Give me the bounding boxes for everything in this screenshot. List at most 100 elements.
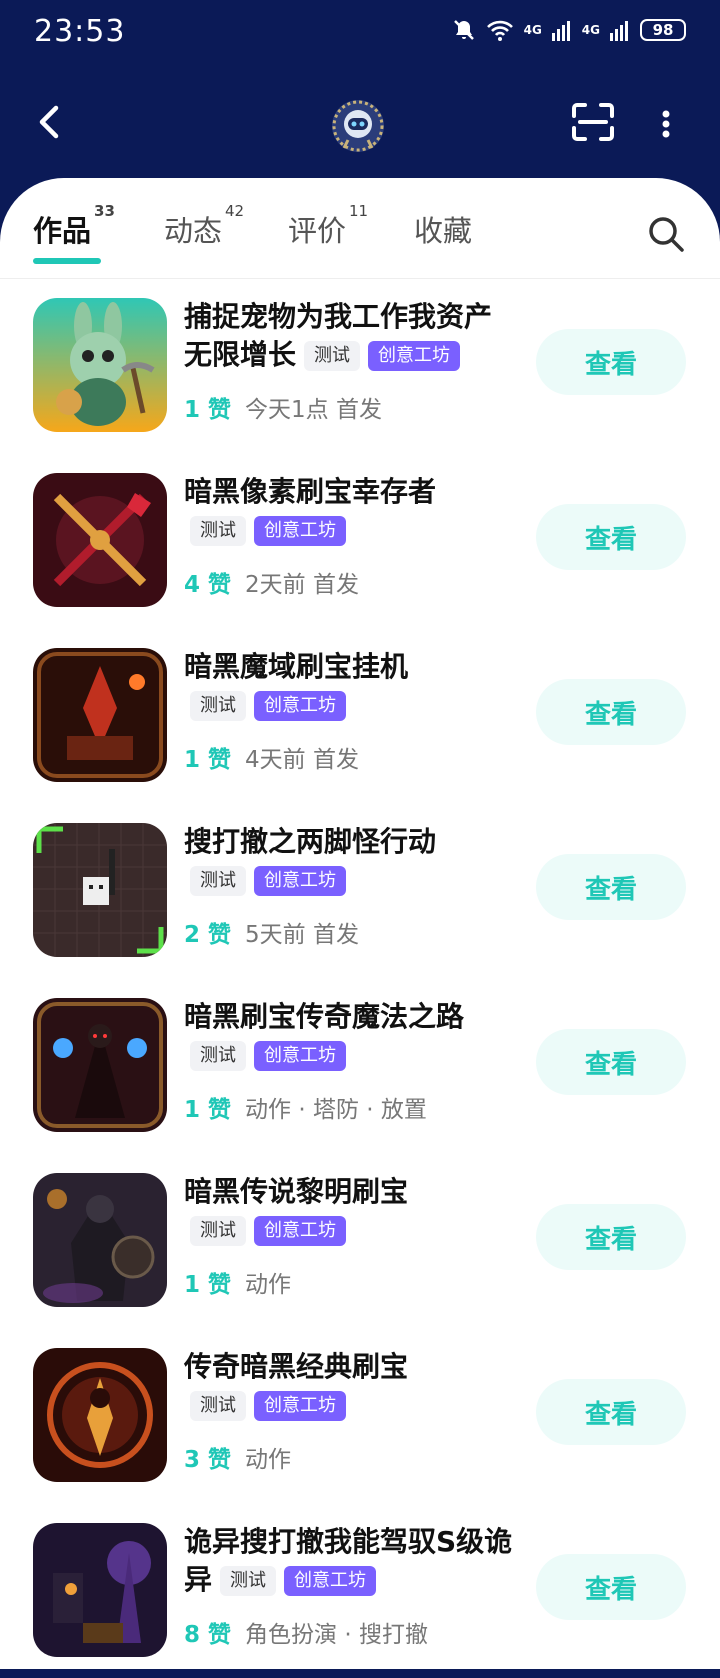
game-thumbnail-fire-warrior[interactable]: [33, 1348, 167, 1482]
tag-workshop: 创意工坊: [254, 691, 346, 721]
item-title: 搜打撤之两脚怪行动: [184, 825, 437, 858]
tag-test: 测试: [190, 866, 246, 896]
list-item[interactable]: 暗黑刷宝传奇魔法之路 测试 创意工坊 1 赞动作 · 塔防 · 放置 查看: [0, 978, 720, 1153]
item-title-block: 暗黑像素刷宝幸存者测试 创意工坊: [184, 473, 514, 549]
game-thumbnail-dark-mage[interactable]: [33, 998, 167, 1132]
tag-test: 测试: [190, 691, 246, 721]
game-thumbnail-pet-rabbit[interactable]: [33, 298, 167, 432]
tab-active-indicator: [33, 258, 101, 264]
tag-workshop: 创意工坊: [254, 1041, 346, 1071]
more-options-icon[interactable]: [654, 104, 678, 144]
search-icon[interactable]: [646, 214, 686, 254]
list-item[interactable]: 诡异搜打撤我能驾驭S级诡异 测试 创意工坊 8 赞角色扮演 · 搜打撤 查看: [0, 1503, 720, 1678]
view-button[interactable]: 查看: [536, 1554, 686, 1620]
item-likes: 8 赞: [184, 1622, 232, 1648]
item-likes: 3 赞: [184, 1447, 232, 1473]
mute-bell-icon: [453, 20, 474, 40]
tab-favorites[interactable]: 收藏: [414, 208, 472, 250]
item-info: 4天前 首发: [245, 747, 359, 773]
network-4g-label-2: 4G: [581, 23, 600, 37]
tag-test: 测试: [220, 1566, 277, 1596]
item-info: 动作: [245, 1272, 292, 1298]
view-button[interactable]: 查看: [536, 1204, 686, 1270]
item-info: 角色扮演 · 搜打撤: [245, 1622, 428, 1648]
tab-reviews-count: 11: [349, 202, 369, 220]
tab-bar: 作品33 动态42 评价11 收藏: [0, 178, 720, 279]
item-likes: 1 赞: [184, 747, 232, 773]
list-item[interactable]: 暗黑传说黎明刷宝测试 创意工坊 1 赞动作 查看: [0, 1153, 720, 1328]
view-button[interactable]: 查看: [536, 854, 686, 920]
game-thumbnail-dark-knight[interactable]: [33, 1173, 167, 1307]
tab-activity-count: 42: [225, 202, 245, 220]
item-likes: 2 赞: [184, 922, 232, 948]
list-item[interactable]: 暗黑像素刷宝幸存者测试 创意工坊 4 赞 2天前 首发 查看: [0, 453, 720, 628]
view-button[interactable]: 查看: [536, 329, 686, 395]
item-tags: 测试 创意工坊: [190, 866, 346, 896]
item-title: 暗黑像素刷宝幸存者: [184, 475, 437, 508]
top-nav-bar: [0, 78, 720, 178]
view-button[interactable]: 查看: [536, 1029, 686, 1095]
item-meta: 1 赞今天1点 首发: [184, 390, 382, 424]
item-meta: 1 赞动作 · 塔防 · 放置: [184, 1090, 427, 1124]
tab-works-count: 33: [94, 202, 115, 220]
tag-test: 测试: [304, 341, 361, 371]
signal-icon-2: [610, 21, 628, 41]
list-item[interactable]: 暗黑魔域刷宝挂机测试 创意工坊 1 赞 4天前 首发 查看: [0, 628, 720, 803]
game-thumbnail-dark-altar[interactable]: [33, 648, 167, 782]
profile-avatar[interactable]: [330, 98, 386, 154]
item-meta: 2 赞 5天前 首发: [184, 915, 359, 949]
list-item[interactable]: 捕捉宠物为我工作我资产无限增长 测试 创意工坊 1 赞今天1点 首发 查看: [0, 278, 720, 453]
status-bar: 23:53 4G 4G 98: [0, 0, 720, 70]
item-title-block: 诡异搜打撤我能驾驭S级诡异 测试 创意工坊: [184, 1523, 514, 1599]
item-title: 暗黑传说黎明刷宝: [184, 1175, 409, 1208]
game-thumbnail-pixel-grid[interactable]: [33, 823, 167, 957]
tab-activity-label: 动态: [164, 214, 223, 248]
view-button[interactable]: 查看: [536, 504, 686, 570]
tab-reviews[interactable]: 评价11: [288, 202, 368, 250]
game-thumbnail-ghost-figure[interactable]: [33, 1523, 167, 1657]
item-tags: 测试 创意工坊: [190, 1216, 346, 1246]
item-likes: 1 赞: [184, 397, 232, 423]
item-meta: 8 赞角色扮演 · 搜打撤: [184, 1615, 428, 1649]
back-arrow-icon[interactable]: [30, 102, 70, 142]
status-time: 23:53: [34, 14, 126, 49]
item-title-block: 捕捉宠物为我工作我资产无限增长 测试 创意工坊: [184, 298, 514, 374]
item-title-block: 传奇暗黑经典刷宝测试 创意工坊: [184, 1348, 514, 1424]
item-info: 动作 · 塔防 · 放置: [245, 1097, 427, 1123]
item-title: 传奇暗黑经典刷宝: [184, 1350, 409, 1383]
tag-workshop: 创意工坊: [254, 866, 346, 896]
list-item[interactable]: 传奇暗黑经典刷宝测试 创意工坊 3 赞动作 查看: [0, 1328, 720, 1503]
item-meta: 1 赞动作: [184, 1265, 291, 1299]
item-tags: 测试 创意工坊: [220, 1566, 377, 1596]
item-info: 5天前 首发: [245, 922, 359, 948]
view-button[interactable]: 查看: [536, 1379, 686, 1445]
item-title-block: 搜打撤之两脚怪行动测试 创意工坊: [184, 823, 514, 899]
network-4g-label-1: 4G: [523, 23, 542, 37]
content-sheet: 作品33 动态42 评价11 收藏 捕捉宠物为我工作我资产无限增长 测试 创意工…: [0, 178, 720, 1669]
item-meta: 4 赞 2天前 首发: [184, 565, 359, 599]
item-tags: 测试 创意工坊: [190, 1391, 346, 1421]
tag-test: 测试: [190, 1041, 246, 1071]
item-meta: 3 赞动作: [184, 1440, 291, 1474]
item-title-block: 暗黑刷宝传奇魔法之路 测试 创意工坊: [184, 998, 514, 1074]
tab-favorites-label: 收藏: [414, 214, 473, 248]
item-meta: 1 赞 4天前 首发: [184, 740, 359, 774]
signal-icon-1: [551, 21, 570, 41]
tab-activity[interactable]: 动态42: [164, 202, 244, 250]
item-title: 暗黑魔域刷宝挂机: [184, 650, 409, 683]
item-tags: 测试 创意工坊: [190, 516, 346, 546]
list-item[interactable]: 搜打撤之两脚怪行动测试 创意工坊 2 赞 5天前 首发 查看: [0, 803, 720, 978]
tag-workshop: 创意工坊: [368, 341, 461, 371]
item-likes: 4 赞: [184, 572, 232, 598]
scan-icon[interactable]: [570, 102, 616, 142]
tag-test: 测试: [190, 516, 246, 546]
item-likes: 1 赞: [184, 1272, 232, 1298]
view-button[interactable]: 查看: [536, 679, 686, 745]
item-info: 今天1点 首发: [245, 397, 382, 423]
tag-test: 测试: [190, 1216, 246, 1246]
wifi-icon: [486, 20, 513, 41]
tag-workshop: 创意工坊: [284, 1566, 377, 1596]
tag-workshop: 创意工坊: [254, 1391, 346, 1421]
game-thumbnail-crossed-swords[interactable]: [33, 473, 167, 607]
tab-works[interactable]: 作品33: [33, 202, 115, 264]
